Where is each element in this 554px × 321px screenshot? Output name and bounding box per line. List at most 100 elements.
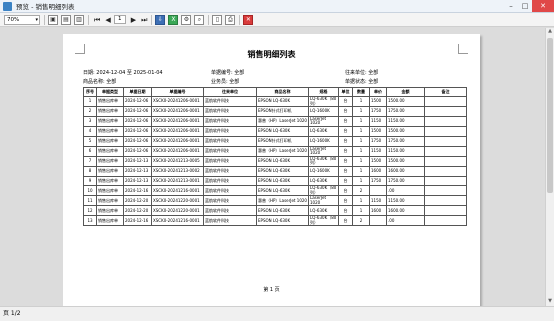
table-cell bbox=[424, 195, 467, 207]
table-cell: 1150 bbox=[369, 145, 387, 157]
table-cell: 1 bbox=[352, 115, 370, 127]
table-cell: 1750.00 bbox=[386, 175, 425, 187]
table-cell bbox=[424, 175, 467, 187]
table-header-row: 序号 单据类型 单据日期 单据编号 往来单位 商品名称 规格 单位 数量 单价 金额 备注 bbox=[83, 87, 467, 97]
table-row: 5 销售出库单 2024-12-06 XSCK0-20241206-0001 蓝航软件科… bbox=[83, 135, 467, 147]
table-cell: 1 bbox=[352, 155, 370, 167]
table-cell: 1600.00 bbox=[386, 205, 425, 217]
table-cell: 1500 bbox=[369, 125, 387, 137]
table-cell: 1750.00 bbox=[386, 135, 425, 147]
find-icon[interactable]: ⌕ bbox=[194, 14, 205, 25]
excel-icon[interactable]: X bbox=[168, 14, 179, 25]
vertical-scrollbar[interactable]: ▲ ▼ bbox=[545, 28, 554, 306]
date-range: 日期: 2024-12-04 至 2025-01-04 bbox=[83, 70, 163, 76]
page-number-input[interactable]: 1 bbox=[113, 15, 126, 24]
table-cell: EPSON LQ-630K bbox=[256, 125, 309, 137]
table-cell bbox=[424, 106, 467, 117]
table-cell: 2024-12-13 bbox=[123, 175, 152, 187]
column-header: 单据日期 bbox=[123, 87, 152, 97]
table-cell: 销售出库单 bbox=[96, 165, 124, 177]
table-row: 12 销售出库单 2024-12-20 XSCK0-20241220-0001 蓝航软件… bbox=[83, 205, 467, 217]
print-icon[interactable]: ⎙ bbox=[225, 14, 236, 25]
minimize-icon[interactable]: – bbox=[504, 0, 518, 12]
table-cell bbox=[424, 205, 467, 217]
table-cell: 1150 bbox=[369, 115, 387, 127]
table-cell: 10 bbox=[83, 185, 97, 197]
scrollbar-thumb[interactable] bbox=[547, 38, 553, 193]
table-cell: 1 bbox=[352, 135, 370, 147]
table-cell: 1600 bbox=[369, 165, 387, 177]
close-icon[interactable]: ✕ bbox=[243, 14, 254, 25]
maximize-icon[interactable]: □ bbox=[518, 0, 532, 12]
table-cell: 蓝航软件科技 bbox=[203, 115, 257, 127]
table-cell: 销售出库单 bbox=[96, 215, 124, 227]
table-row: 3 销售出库单 2024-12-06 XSCK0-20241206-0001 蓝航软件科… bbox=[83, 115, 467, 127]
table-cell: XSCK0-20241206-0001 bbox=[151, 145, 204, 157]
table-cell: EPSON LQ-630K bbox=[256, 205, 309, 217]
table-cell: 2024-12-06 bbox=[123, 96, 152, 107]
table-cell: 蓝航软件科技 bbox=[203, 195, 257, 207]
table-row: 13 销售出库单 2024-12-16 XSCK0-20241216-0001 蓝航软件… bbox=[83, 215, 467, 227]
zoom-select[interactable]: 70% ▾ bbox=[4, 14, 40, 25]
table-row: 11 销售出库单 2024-12-20 XSCK0-20241220-0001 蓝航软件… bbox=[83, 195, 467, 207]
table-cell: EPSON LQ-630K bbox=[256, 96, 309, 107]
table-row: 10 销售出库单 2024-12-16 XSCK0-20241216-0001 蓝航软件… bbox=[83, 185, 467, 197]
table-cell: 1150.00 bbox=[386, 115, 425, 127]
table-cell bbox=[369, 185, 387, 197]
table-cell: 12 bbox=[83, 205, 97, 217]
table-cell bbox=[424, 155, 467, 167]
table-cell: 2 bbox=[83, 106, 97, 117]
table-cell bbox=[424, 145, 467, 157]
column-header: 往来单位 bbox=[203, 87, 257, 97]
scroll-down-icon[interactable]: ▼ bbox=[546, 298, 554, 306]
status-bar: 页 1/2 bbox=[0, 306, 554, 321]
table-cell: 5 bbox=[83, 135, 97, 147]
window-close-icon[interactable]: ✕ bbox=[532, 0, 554, 12]
table-cell: 2024-12-06 bbox=[123, 135, 152, 147]
table-cell: LaserJet 1020 bbox=[308, 115, 339, 127]
scroll-up-icon[interactable]: ▲ bbox=[546, 28, 554, 36]
last-page-icon[interactable]: ⏭ bbox=[141, 15, 147, 25]
table-cell: LQ-630K（80列） bbox=[308, 96, 339, 107]
table-cell: 1500 bbox=[369, 155, 387, 167]
table-cell bbox=[424, 125, 467, 137]
table-cell: 1500.00 bbox=[386, 155, 425, 167]
table-cell bbox=[424, 215, 467, 227]
table-cell: 蓝航软件科技 bbox=[203, 155, 257, 167]
contact-filter: 往来单位: 全部 bbox=[345, 70, 379, 76]
first-page-icon[interactable]: ⏮ bbox=[94, 15, 100, 25]
table-cell: 台 bbox=[338, 165, 353, 177]
table-cell: 惠普（HP）LaserJet 1020 bbox=[256, 195, 309, 207]
window-controls: – □ ✕ bbox=[504, 0, 554, 12]
table-cell: 3 bbox=[83, 115, 97, 127]
prev-page-icon[interactable]: ◀ bbox=[105, 15, 110, 25]
document-icon[interactable]: ▯ bbox=[212, 14, 223, 25]
chevron-down-icon: ▾ bbox=[35, 16, 38, 23]
table-cell: 13 bbox=[83, 215, 97, 227]
table-cell: 销售出库单 bbox=[96, 185, 124, 197]
settings-icon[interactable]: ⚙ bbox=[181, 14, 192, 25]
table-cell: 2 bbox=[352, 185, 370, 197]
export-icon[interactable]: ⇩ bbox=[155, 14, 166, 25]
table-cell: 1600.00 bbox=[386, 165, 425, 177]
page-setup-icon[interactable]: ▥ bbox=[74, 14, 84, 25]
table-row: 6 销售出库单 2024-12-06 XSCK0-20241206-0001 蓝航软件科… bbox=[83, 145, 467, 157]
table-cell: XSCK0-20241206-0001 bbox=[151, 125, 204, 137]
separator bbox=[44, 14, 45, 25]
table-cell: 销售出库单 bbox=[96, 205, 124, 217]
table-row: 8 销售出库单 2024-12-13 XSCK0-20241213-0002 蓝航软件科… bbox=[83, 165, 467, 177]
column-header: 备注 bbox=[424, 87, 467, 97]
table-cell: 1150 bbox=[369, 195, 387, 207]
table-cell: 台 bbox=[338, 155, 353, 167]
table-cell: 1 bbox=[352, 165, 370, 177]
table-cell: 1500.00 bbox=[386, 125, 425, 137]
table-cell: 11 bbox=[83, 195, 97, 207]
table-cell: LQ-630K bbox=[308, 125, 339, 137]
copy-icon[interactable]: ▤ bbox=[61, 14, 71, 25]
separator bbox=[88, 14, 89, 25]
save-icon[interactable]: ▣ bbox=[48, 14, 58, 25]
separator bbox=[151, 14, 153, 25]
table-cell: LQ-630K（80列） bbox=[308, 185, 339, 197]
table-row: 4 销售出库单 2024-12-06 XSCK0-20241206-0001 蓝航软件科… bbox=[83, 125, 467, 137]
next-page-icon[interactable]: ▶ bbox=[131, 15, 136, 25]
